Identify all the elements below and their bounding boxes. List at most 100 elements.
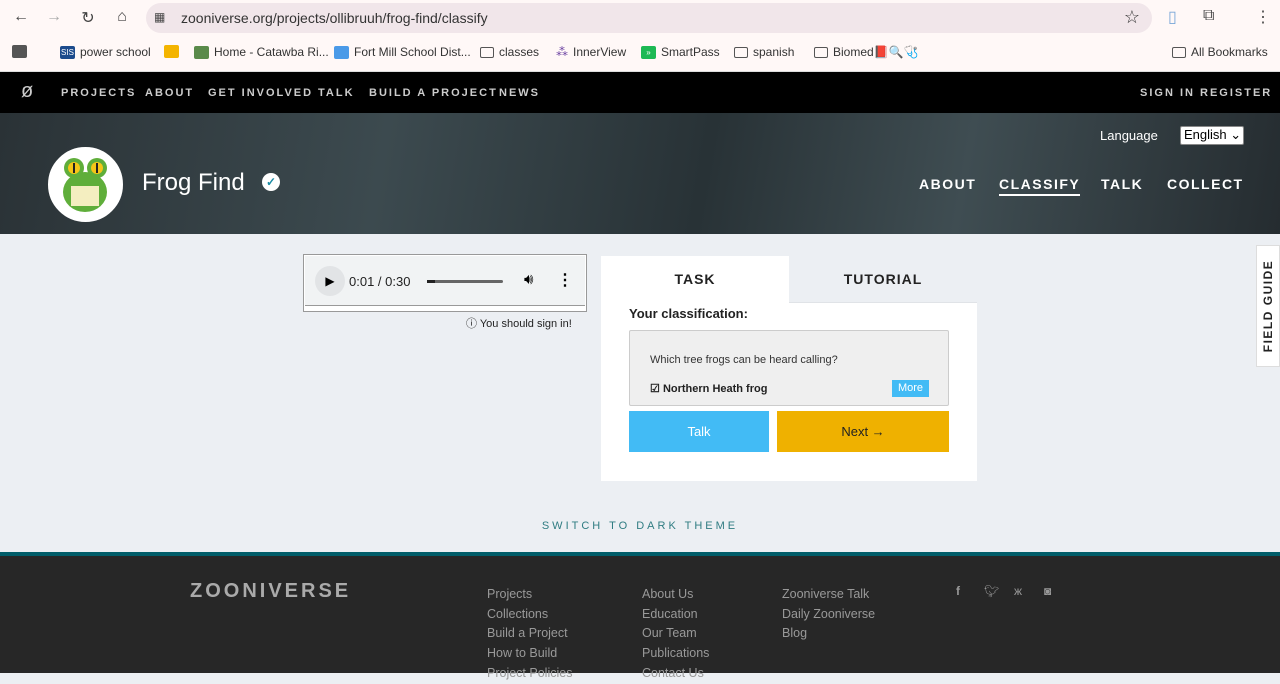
footer-link[interactable]: Blog	[782, 624, 875, 644]
volume-icon[interactable]: 🔊︎	[524, 271, 533, 288]
language-value: English	[1184, 127, 1227, 142]
project-nav-talk[interactable]: TALK	[1101, 176, 1143, 192]
footer-link[interactable]: Contact Us	[642, 664, 709, 684]
register-link[interactable]: REGISTER	[1200, 87, 1272, 99]
bookmark-innerview[interactable]: ⁂ InnerView	[556, 45, 626, 59]
footer-link[interactable]: Education	[642, 605, 709, 625]
bookmark-label: spanish	[753, 45, 795, 59]
footer-col-3: Zooniverse Talk Daily Zooniverse Blog	[782, 585, 875, 644]
reload-icon[interactable]: ↻	[77, 8, 99, 28]
classification-heading: Your classification:	[629, 306, 748, 321]
reading-mode-icon[interactable]: ▯	[1168, 7, 1177, 27]
home-icon[interactable]: ⌂	[111, 8, 133, 28]
folder-icon	[814, 46, 828, 58]
bookmark-power-school[interactable]: SIS power school	[60, 45, 151, 59]
footer-link[interactable]: Daily Zooniverse	[782, 605, 875, 625]
folder-icon	[1172, 46, 1186, 58]
bookmark-label: SmartPass	[661, 45, 720, 59]
site-info-icon[interactable]: ▦	[154, 10, 165, 24]
bookmark-fort-mill[interactable]: Fort Mill School Dist...	[334, 45, 471, 59]
switch-dark-theme-link[interactable]: SWITCH TO DARK THEME	[0, 520, 1280, 532]
back-icon[interactable]: ←	[10, 8, 32, 28]
checkbox-icon: ☑	[650, 383, 660, 395]
footer: ZOONIVERSE Projects Collections Build a Pr…	[0, 556, 1280, 680]
instagram-icon[interactable]: ◙	[1044, 584, 1051, 598]
bookmark-spanish[interactable]: spanish	[734, 45, 794, 59]
menu-icon[interactable]: ⋮	[1255, 7, 1271, 27]
more-button[interactable]: More	[892, 380, 929, 397]
nav-about[interactable]: ABOUT	[145, 87, 194, 99]
folder-icon	[734, 46, 748, 58]
bookmark-catawba[interactable]: Home - Catawba Ri...	[194, 45, 329, 59]
audio-more-icon[interactable]: ⋮	[557, 270, 573, 290]
footer-link[interactable]: Project Policies	[487, 664, 572, 684]
next-button[interactable]: Next →	[777, 411, 949, 452]
question-text: Which tree frogs can be heard calling?	[650, 354, 838, 366]
innerview-icon: ⁂	[556, 45, 568, 59]
nav-news[interactable]: NEWS	[499, 87, 540, 99]
bookmark-biomed[interactable]: Biomed📕🔍🩺	[814, 45, 919, 59]
folder-icon	[480, 46, 494, 58]
footer-link[interactable]: Collections	[487, 605, 572, 625]
bookmark-label: Home - Catawba Ri...	[214, 45, 329, 59]
footer-link[interactable]: Build a Project	[487, 624, 572, 644]
zooniverse-logo-icon[interactable]: ø	[21, 80, 33, 103]
info-icon: ⓘ	[466, 318, 477, 330]
footer-col-2: About Us Education Our Team Publications Con…	[642, 585, 709, 684]
sign-in-link[interactable]: SIGN IN	[1140, 87, 1195, 99]
bookmark-classes[interactable]: classes	[480, 45, 539, 59]
twitter-icon[interactable]: 🐦︎	[984, 584, 999, 598]
apps-icon[interactable]	[12, 45, 27, 58]
answer-text: Northern Heath frog	[662, 383, 768, 395]
sign-in-note: ⓘ You should sign in!	[466, 315, 572, 331]
footer-link[interactable]: Publications	[642, 644, 709, 664]
tab-task[interactable]: TASK	[601, 256, 789, 303]
verified-badge-icon: ✓	[262, 173, 280, 191]
project-nav-collect[interactable]: COLLECT	[1167, 176, 1244, 192]
footer-col-1: Projects Collections Build a Project How to…	[487, 585, 572, 684]
facebook-icon[interactable]: f	[956, 584, 960, 598]
extensions-icon[interactable]: ⧉	[1203, 7, 1214, 25]
answer-item: ☑ Northern Heath frog	[650, 382, 767, 395]
project-nav-about[interactable]: ABOUT	[919, 176, 976, 192]
bookmark-label: classes	[499, 45, 540, 59]
bookmark-label: Fort Mill School Dist...	[354, 45, 471, 59]
audio-seek-slider[interactable]	[427, 280, 503, 283]
address-bar[interactable]: ▦ zooniverse.org/projects/ollibruuh/frog…	[146, 3, 1152, 33]
field-guide-tab[interactable]: FIELD GUIDE	[1256, 245, 1280, 367]
bookmark-classroom[interactable]	[164, 45, 179, 58]
project-title[interactable]: Frog Find	[142, 169, 245, 197]
bookmark-label: Biomed📕🔍🩺	[833, 45, 919, 59]
audio-player: ▶ 0:01 / 0:30 🔊︎ ⋮	[303, 254, 587, 312]
language-label: Language	[1100, 128, 1158, 143]
url-text[interactable]: zooniverse.org/projects/ollibruuh/frog-f…	[181, 10, 488, 26]
task-panel: TASK TUTORIAL Your classification: Which…	[601, 256, 977, 481]
zooniverse-logo[interactable]: ZOONIVERSE	[190, 580, 351, 603]
project-nav-classify[interactable]: CLASSIFY	[999, 176, 1081, 196]
bookmark-smartpass[interactable]: » SmartPass	[641, 45, 720, 59]
bookmark-label: All Bookmarks	[1191, 45, 1268, 59]
sign-in-note-text: You should sign in!	[479, 318, 572, 330]
nav-projects[interactable]: PROJECTS	[61, 87, 136, 99]
play-icon[interactable]: ▶	[315, 266, 345, 296]
footer-link[interactable]: Projects	[487, 585, 572, 605]
language-select[interactable]: English ⌄	[1180, 126, 1244, 145]
audio-time: 0:01 / 0:30	[349, 274, 411, 289]
classification-summary: Which tree frogs can be heard calling? ☑…	[629, 330, 949, 406]
footer-link[interactable]: About Us	[642, 585, 709, 605]
tab-tutorial[interactable]: TUTORIAL	[789, 256, 977, 303]
footer-link[interactable]: Zooniverse Talk	[782, 585, 875, 605]
forward-icon[interactable]: →	[43, 8, 65, 28]
all-bookmarks[interactable]: All Bookmarks	[1172, 45, 1268, 59]
nav-talk[interactable]: TALK	[318, 87, 355, 99]
project-avatar[interactable]	[48, 147, 123, 222]
bluesky-icon[interactable]: ж	[1014, 584, 1022, 598]
talk-button[interactable]: Talk	[629, 411, 769, 452]
nav-build-project[interactable]: BUILD A PROJECT	[369, 87, 498, 99]
bookmark-label: InnerView	[573, 45, 627, 59]
footer-link[interactable]: How to Build	[487, 644, 572, 664]
project-header: Frog Find ✓ Language English ⌄ ABOUT CLA…	[0, 113, 1280, 234]
nav-get-involved[interactable]: GET INVOLVED	[208, 87, 313, 99]
bookmark-star-icon[interactable]: ☆	[1124, 7, 1140, 28]
footer-link[interactable]: Our Team	[642, 624, 709, 644]
